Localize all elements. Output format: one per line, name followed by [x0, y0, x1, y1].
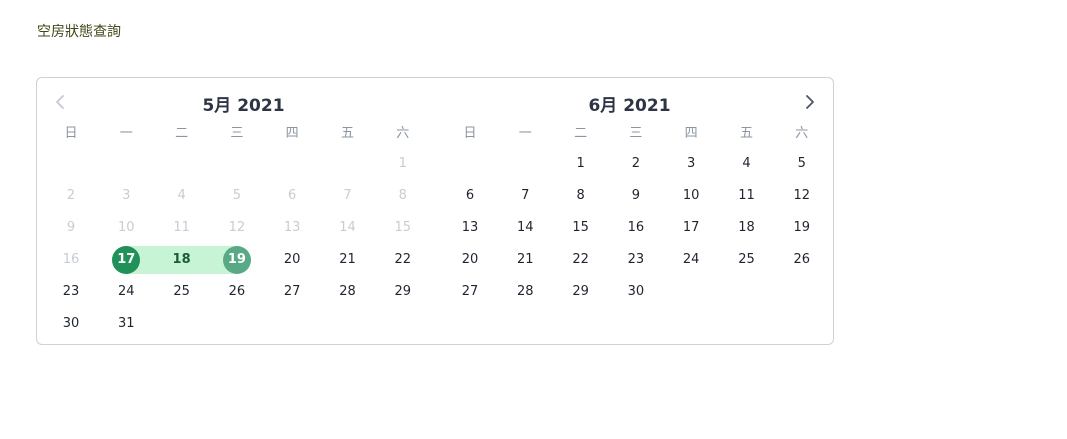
weekday-header: 五: [739, 126, 753, 141]
weekday-header: 二: [175, 126, 189, 141]
calendar-day[interactable]: 16: [616, 214, 656, 242]
calendar-day[interactable]: 14: [505, 214, 545, 242]
calendar-day-disabled: 4: [177, 188, 186, 203]
calendar-day-disabled: 14: [339, 220, 356, 235]
weekday-header: 二: [574, 126, 588, 141]
date-range-calendar: 5月 2021 日一二三四五六 1 2 3 4 5 6 7 8 9 10 11 12 13 14 15 16 17…: [36, 77, 834, 345]
calendar-day[interactable]: 29: [383, 278, 423, 306]
calendar-day[interactable]: 23: [616, 246, 656, 274]
weekday-header: 四: [285, 126, 299, 141]
month-title: 5月 2021: [202, 96, 285, 116]
calendar-day[interactable]: 19: [782, 214, 822, 242]
calendar-day[interactable]: 27: [450, 278, 490, 306]
calendar-day[interactable]: 26: [217, 278, 257, 306]
calendar-day[interactable]: 4: [727, 150, 767, 178]
calendar-day[interactable]: 24: [106, 278, 146, 306]
calendar-day[interactable]: 2: [616, 150, 656, 178]
calendar-day-in-range[interactable]: 18: [162, 246, 202, 274]
calendar-day[interactable]: 31: [106, 310, 146, 338]
calendar-day[interactable]: 20: [272, 246, 312, 274]
weekday-header: 日: [64, 126, 78, 141]
page-title: 空房狀態查詢: [37, 24, 121, 40]
calendar-day[interactable]: 25: [162, 278, 202, 306]
calendar-day[interactable]: 28: [505, 278, 545, 306]
calendar-day[interactable]: 25: [727, 246, 767, 274]
calendar-day-disabled: 13: [283, 220, 301, 235]
calendar-day-disabled: 9: [66, 220, 76, 235]
calendar-day-disabled: 8: [398, 188, 407, 203]
calendar-day[interactable]: 10: [671, 182, 711, 210]
calendar-day-disabled: 16: [62, 252, 80, 267]
calendar-day[interactable]: 27: [272, 278, 312, 306]
calendar-day[interactable]: 17: [671, 214, 711, 242]
calendar-day[interactable]: 5: [782, 150, 822, 178]
weekday-header: 三: [629, 126, 643, 141]
calendar-day-disabled: 6: [288, 188, 297, 203]
calendar-day[interactable]: 9: [616, 182, 656, 210]
weekday-header: 四: [684, 126, 698, 141]
weekday-header: 三: [230, 126, 244, 141]
weekday-header: 五: [340, 126, 354, 141]
calendar-day[interactable]: 21: [328, 246, 368, 274]
calendar-day[interactable]: 24: [671, 246, 711, 274]
weekday-header: 六: [396, 126, 410, 141]
calendar-day-disabled: 15: [394, 220, 412, 235]
calendar-day[interactable]: 1: [561, 150, 601, 178]
calendar-day[interactable]: 23: [51, 278, 91, 306]
calendar-day[interactable]: 3: [671, 150, 711, 178]
month-title: 6月 2021: [588, 96, 671, 116]
calendar-day[interactable]: 15: [561, 214, 601, 242]
calendar-day[interactable]: 30: [51, 310, 91, 338]
calendar-day-disabled: 10: [118, 220, 135, 235]
calendar-day[interactable]: 13: [450, 214, 490, 242]
weekday-header: 日: [463, 126, 477, 141]
calendar-day[interactable]: 22: [383, 246, 423, 274]
calendar-day-disabled: 11: [173, 220, 190, 235]
calendar-day[interactable]: 30: [616, 278, 656, 306]
weekday-header: 六: [795, 126, 809, 141]
calendar-day-disabled: 7: [343, 188, 352, 203]
calendar-day[interactable]: 7: [505, 182, 545, 210]
calendar-day-disabled: 3: [122, 188, 131, 203]
calendar-day-disabled: 2: [66, 188, 76, 203]
calendar-day[interactable]: 20: [450, 246, 490, 274]
calendar-day[interactable]: 8: [561, 182, 601, 210]
calendar-day-disabled: 5: [232, 188, 242, 203]
calendar-day-disabled: 1: [398, 156, 407, 171]
weekday-header: 一: [119, 126, 133, 141]
calendar-day[interactable]: 6: [450, 182, 490, 210]
calendar-day-disabled: 12: [228, 220, 246, 235]
calendar-day-range-end[interactable]: 19: [222, 246, 251, 274]
calendar-day[interactable]: 22: [561, 246, 601, 274]
weekday-header: 一: [518, 126, 532, 141]
calendar-day[interactable]: 21: [505, 246, 545, 274]
calendar-day[interactable]: 11: [727, 182, 767, 210]
calendar-day[interactable]: 28: [328, 278, 368, 306]
calendar-day[interactable]: 29: [561, 278, 601, 306]
calendar-day[interactable]: 26: [782, 246, 822, 274]
calendar-day[interactable]: 12: [782, 182, 822, 210]
calendar-day[interactable]: 18: [727, 214, 767, 242]
